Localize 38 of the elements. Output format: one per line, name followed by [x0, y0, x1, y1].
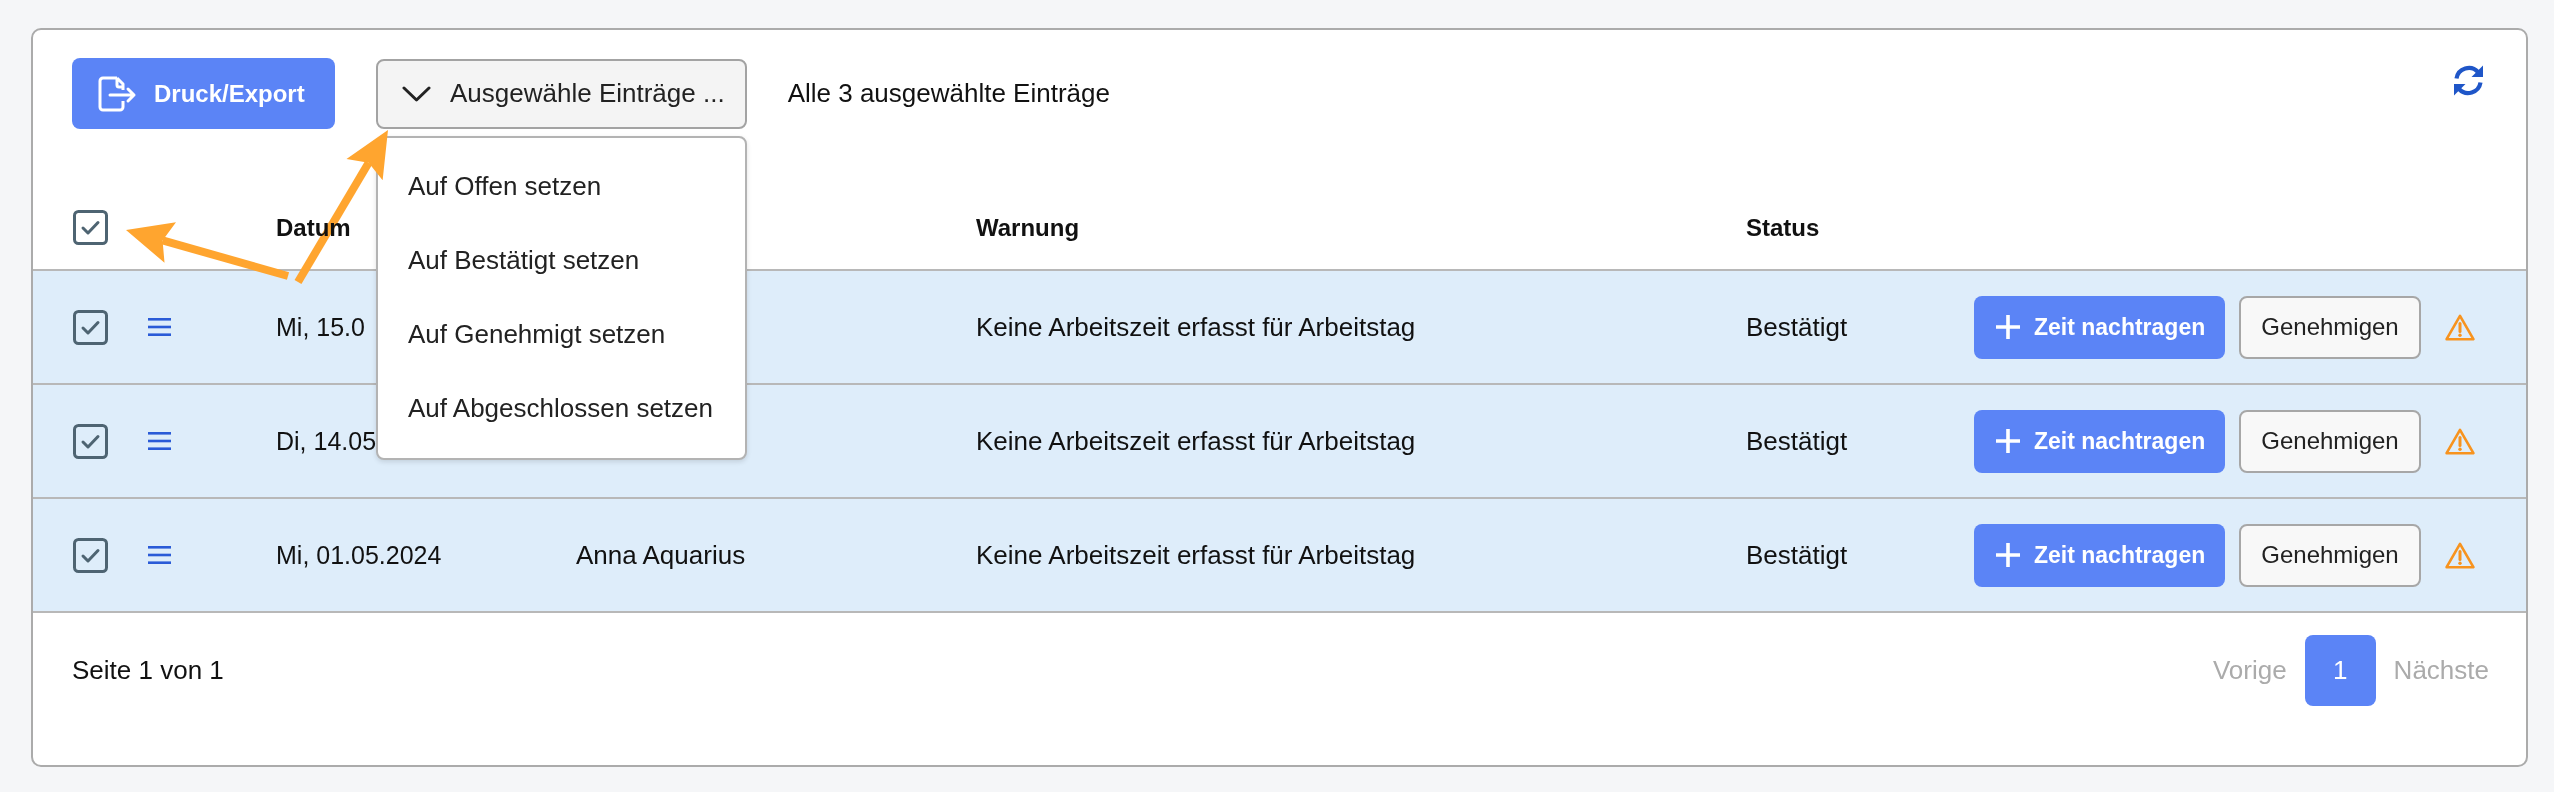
status-cell: Bestätigt — [1746, 539, 1848, 571]
column-header: Warnung — [976, 213, 1080, 242]
status-cell: Bestätigt — [1746, 311, 1848, 343]
date-cell: Mi, 01.05.2024 — [276, 540, 442, 570]
plus-icon — [1996, 429, 2020, 453]
checkbox[interactable] — [73, 309, 108, 345]
checkbox[interactable] — [73, 537, 108, 573]
menu-item[interactable]: Auf Genehmigt setzen — [378, 297, 745, 372]
warning-icon — [2444, 313, 2475, 341]
selection-info-text: Alle 3 ausgewählte Einträge — [787, 78, 1110, 109]
refresh-icon[interactable] — [2451, 63, 2486, 98]
plus-icon — [1996, 315, 2020, 339]
menu-item[interactable]: Auf Abgeschlossen setzen — [378, 371, 745, 446]
approve-button[interactable]: Genehmigen — [2239, 295, 2421, 359]
warning-text-cell: Keine Arbeitszeit erfasst für Arbeitstag — [976, 311, 1416, 343]
warning-icon — [2444, 541, 2475, 569]
status-cell: Bestätigt — [1746, 425, 1848, 457]
plus-icon — [1996, 543, 2020, 567]
name-cell: Anna Aquarius — [576, 539, 746, 571]
export-icon — [97, 75, 137, 112]
warning-text-cell: Keine Arbeitszeit erfasst für Arbeitstag — [976, 539, 1416, 571]
bulk-action-dropdown[interactable]: Ausgewähle Einträge ... — [376, 58, 747, 129]
menu-icon[interactable] — [148, 546, 171, 564]
page-summary: Seite 1 von 1 — [72, 655, 224, 686]
date-cell: Mi, 15.0 — [276, 312, 365, 342]
warning-text-cell: Keine Arbeitszeit erfasst für Arbeitstag — [976, 425, 1416, 457]
column-header: Status — [1746, 213, 1820, 242]
date-cell: Di, 14.05 — [276, 426, 377, 456]
approve-button[interactable]: Genehmigen — [2239, 523, 2421, 587]
menu-item[interactable]: Auf Bestätigt setzen — [378, 223, 745, 298]
menu-icon[interactable] — [148, 318, 171, 336]
warning-icon — [2444, 427, 2475, 455]
menu-icon[interactable] — [148, 432, 171, 450]
approve-button[interactable]: Genehmigen — [2239, 409, 2421, 473]
menu-item[interactable]: Auf Offen setzen — [378, 149, 745, 224]
checkbox[interactable] — [73, 423, 108, 459]
chevron-down-icon — [402, 85, 431, 102]
checkbox[interactable] — [73, 210, 108, 245]
